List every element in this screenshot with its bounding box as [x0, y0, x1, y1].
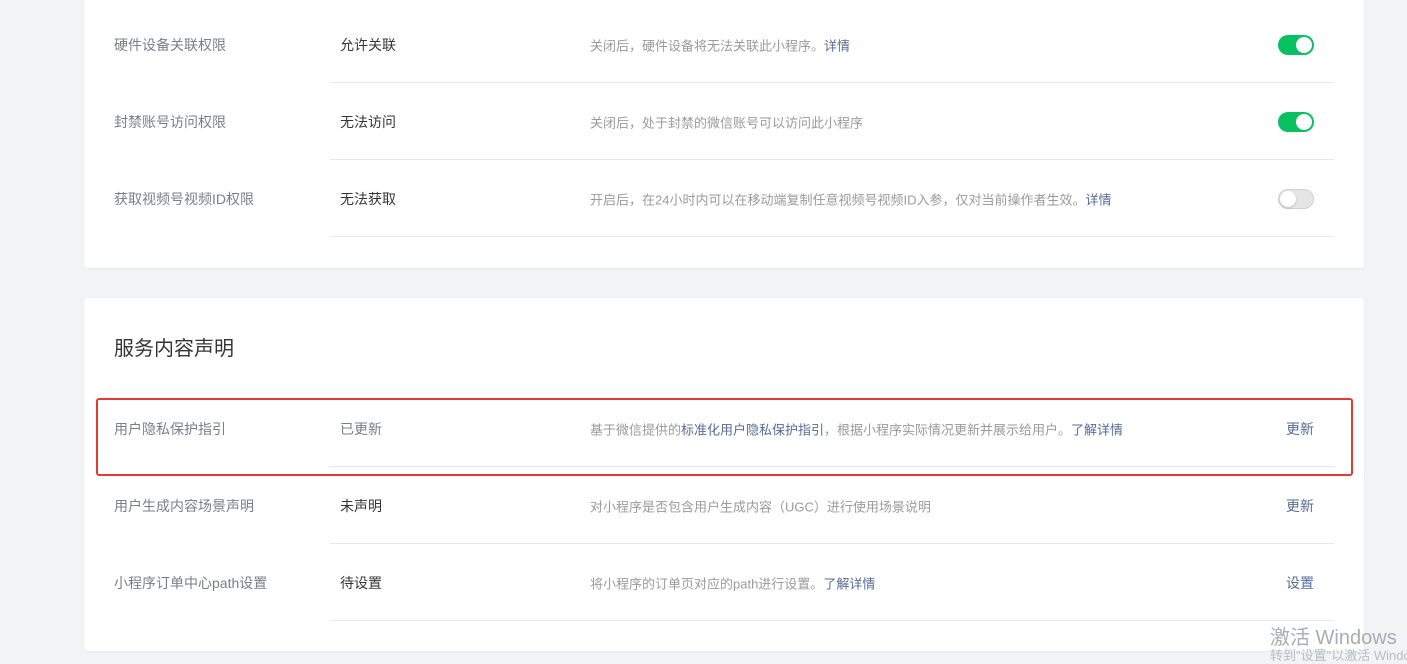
service-desc: 将小程序的订单页对应的path进行设置。了解详情	[590, 573, 875, 592]
hardware-link-toggle[interactable]	[1278, 34, 1314, 55]
permission-desc-text: 开启后，在24小时内可以在移动端复制任意视频号视频ID入参，仅对当前操作者生效。	[590, 192, 1086, 207]
permissions-card: 硬件设备关联权限 允许关联 关闭后，硬件设备将无法关联此小程序。详情 封禁账号访…	[84, 0, 1364, 268]
service-row-order-path: 小程序订单中心path设置 待设置 将小程序的订单页对应的path进行设置。了解…	[84, 544, 1364, 621]
permission-label: 获取视频号视频ID权限	[114, 190, 254, 207]
divider	[330, 620, 1334, 621]
video-id-toggle[interactable]	[1278, 188, 1314, 209]
highlight-box	[96, 398, 1353, 476]
permission-value: 无法获取	[340, 190, 396, 207]
permission-desc: 开启后，在24小时内可以在移动端复制任意视频号视频ID入参，仅对当前操作者生效。…	[590, 189, 1111, 208]
section-title: 服务内容声明	[114, 338, 234, 360]
service-label: 小程序订单中心path设置	[114, 574, 268, 591]
settings-button[interactable]: 设置	[1286, 573, 1314, 593]
permission-row-banned: 封禁账号访问权限 无法访问 关闭后，处于封禁的微信账号可以访问此小程序	[84, 83, 1364, 160]
service-status: 未声明	[340, 497, 382, 514]
service-desc: 对小程序是否包含用户生成内容（UGC）进行使用场景说明	[590, 499, 931, 514]
service-status: 待设置	[340, 574, 382, 591]
service-row-ugc: 用户生成内容场景声明 未声明 对小程序是否包含用户生成内容（UGC）进行使用场景…	[84, 467, 1364, 544]
desc-text: 将小程序的订单页对应的path进行设置。	[590, 576, 824, 591]
details-link[interactable]: 详情	[1085, 192, 1111, 207]
permission-row-hardware: 硬件设备关联权限 允许关联 关闭后，硬件设备将无法关联此小程序。详情	[84, 6, 1364, 83]
permission-row-video-id: 获取视频号视频ID权限 无法获取 开启后，在24小时内可以在移动端复制任意视频号…	[84, 160, 1364, 237]
permission-desc-text: 关闭后，硬件设备将无法关联此小程序。	[590, 38, 825, 53]
details-link[interactable]: 详情	[824, 38, 850, 53]
banned-access-toggle[interactable]	[1278, 111, 1314, 132]
permission-label: 硬件设备关联权限	[114, 36, 226, 53]
update-button[interactable]: 更新	[1286, 496, 1314, 516]
learn-more-link[interactable]: 了解详情	[823, 576, 875, 591]
permission-desc: 关闭后，处于封禁的微信账号可以访问此小程序	[590, 115, 864, 130]
toggle-knob	[1296, 36, 1312, 53]
divider	[330, 236, 1334, 237]
service-label: 用户生成内容场景声明	[114, 497, 254, 514]
permission-label: 封禁账号访问权限	[114, 113, 226, 130]
permission-value: 允许关联	[340, 36, 396, 53]
toggle-knob	[1280, 190, 1296, 207]
permission-value: 无法访问	[340, 113, 396, 130]
toggle-knob	[1296, 113, 1312, 130]
permission-desc: 关闭后，硬件设备将无法关联此小程序。详情	[590, 35, 850, 54]
